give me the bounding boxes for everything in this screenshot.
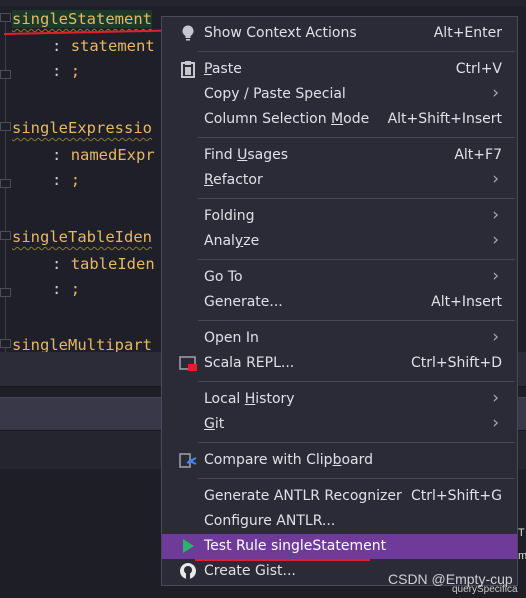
shortcut-label: Alt+F7 — [454, 147, 502, 163]
menu-separator — [198, 137, 515, 138]
side-panel-text: T m — [518, 440, 526, 598]
menu-item-open-in[interactable]: Open In › — [162, 326, 517, 351]
bottom-label: querySpecifica — [452, 584, 518, 595]
menu-item-folding[interactable]: Folding › — [162, 204, 517, 229]
menu-item-label: Configure ANTLR... — [204, 513, 336, 529]
menu-separator — [198, 259, 515, 260]
menu-separator — [198, 478, 515, 479]
menu-item-show-context-actions[interactable]: Show Context Actions Alt+Enter — [162, 21, 517, 46]
menu-item-compare-with-clipboard[interactable]: Compare with Clipboard — [162, 448, 517, 473]
menu-item-label: Compare with Clipboard — [204, 452, 373, 468]
menu-separator — [198, 320, 515, 321]
code-line: : statement — [52, 37, 155, 55]
shortcut-label: Alt+Insert — [431, 294, 502, 310]
menu-item-git[interactable]: Git › — [162, 412, 517, 437]
menu-item-label: Copy / Paste Special — [204, 86, 346, 102]
chevron-right-icon: › — [492, 266, 499, 286]
menu-item-local-history[interactable]: Local History › — [162, 387, 517, 412]
menu-item-generate-antlr-recognizer[interactable]: Generate ANTLR Recognizer Ctrl+Shift+G — [162, 484, 517, 509]
menu-item-analyze[interactable]: Analyze › — [162, 229, 517, 254]
menu-item-label: Local History — [204, 391, 295, 407]
menu-item-test-rule-singlestatement[interactable]: Test Rule singleStatement — [162, 534, 517, 559]
menu-item-label: Open In — [204, 330, 259, 346]
menu-item-find-usages[interactable]: Find Usages Alt+F7 — [162, 143, 517, 168]
fold-icon[interactable] — [0, 231, 11, 240]
annotation-underline — [3, 29, 170, 35]
code-line: : ; — [52, 62, 81, 80]
menu-item-copy-paste-special[interactable]: Copy / Paste Special › — [162, 82, 517, 107]
code-line: : ; — [52, 280, 81, 298]
menu-item-generate[interactable]: Generate... Alt+Insert — [162, 290, 517, 315]
shortcut-label: Ctrl+Shift+G — [410, 488, 502, 504]
menu-item-label: Test Rule singleStatement — [204, 538, 387, 554]
context-menu: Show Context Actions Alt+Enter Paste Ctrl+V… — [161, 16, 518, 586]
menu-item-configure-antlr[interactable]: Configure ANTLR... — [162, 509, 517, 534]
menu-item-column-selection-mode[interactable]: Column Selection Mode Alt+Shift+Insert — [162, 107, 517, 132]
compare-clipboard-icon — [179, 451, 197, 469]
rule-name: singleExpressio — [12, 119, 152, 137]
chevron-right-icon: › — [492, 413, 499, 433]
play-icon — [179, 537, 197, 555]
menu-separator — [198, 442, 515, 443]
shortcut-label: Alt+Enter — [433, 25, 502, 41]
chevron-right-icon: › — [492, 205, 499, 225]
code-line: : tableIden — [52, 255, 155, 273]
rule-name: singleStatement — [12, 10, 152, 28]
shortcut-label: Ctrl+Shift+D — [411, 355, 502, 371]
chevron-right-icon: › — [492, 388, 499, 408]
lightbulb-icon — [179, 24, 197, 42]
menu-item-scala-repl[interactable]: Scala REPL... Ctrl+Shift+D — [162, 351, 517, 376]
chevron-right-icon: › — [492, 327, 499, 347]
menu-item-label: Go To — [204, 269, 243, 285]
menu-item-go-to[interactable]: Go To › — [162, 265, 517, 290]
menu-item-label: Create Gist... — [204, 563, 296, 579]
editor-tab-bar — [0, 0, 526, 6]
chevron-right-icon: › — [492, 83, 499, 103]
code-line: : ; — [52, 171, 81, 189]
menu-separator — [198, 381, 515, 382]
menu-item-refactor[interactable]: Refactor › — [162, 168, 517, 193]
menu-item-label: Git — [204, 416, 225, 432]
code-line: : namedExpr — [52, 146, 155, 164]
menu-item-paste[interactable]: Paste Ctrl+V — [162, 57, 517, 82]
fold-icon[interactable] — [0, 179, 11, 188]
annotation-underline — [195, 559, 370, 561]
menu-item-label: Analyze — [204, 233, 260, 249]
menu-separator — [198, 51, 515, 52]
menu-item-label: Find Usages — [204, 147, 289, 163]
fold-icon[interactable] — [0, 339, 11, 348]
fold-icon[interactable] — [0, 122, 11, 131]
menu-item-label: Paste — [204, 61, 242, 77]
fold-guide — [5, 18, 6, 358]
shortcut-label: Alt+Shift+Insert — [387, 111, 502, 127]
fold-icon[interactable] — [0, 70, 11, 79]
chevron-right-icon: › — [492, 169, 499, 189]
menu-item-label: Scala REPL... — [204, 355, 295, 371]
menu-item-label: Generate... — [204, 294, 283, 310]
github-icon — [179, 562, 197, 580]
rule-name: singleTableIden — [12, 228, 152, 246]
fold-icon[interactable] — [0, 13, 11, 22]
menu-item-label: Show Context Actions — [204, 25, 357, 41]
menu-item-label: Column Selection Mode — [204, 111, 370, 127]
side-text: T — [518, 527, 525, 539]
shortcut-label: Ctrl+V — [455, 61, 502, 77]
fold-icon[interactable] — [0, 288, 11, 297]
side-text: m — [518, 550, 526, 562]
scala-repl-icon — [179, 354, 197, 372]
menu-item-label: Refactor — [204, 172, 263, 188]
menu-separator — [198, 198, 515, 199]
chevron-right-icon: › — [492, 230, 499, 250]
clipboard-icon — [179, 60, 197, 78]
menu-item-label: Generate ANTLR Recognizer — [204, 488, 402, 504]
menu-item-label: Folding — [204, 208, 255, 224]
